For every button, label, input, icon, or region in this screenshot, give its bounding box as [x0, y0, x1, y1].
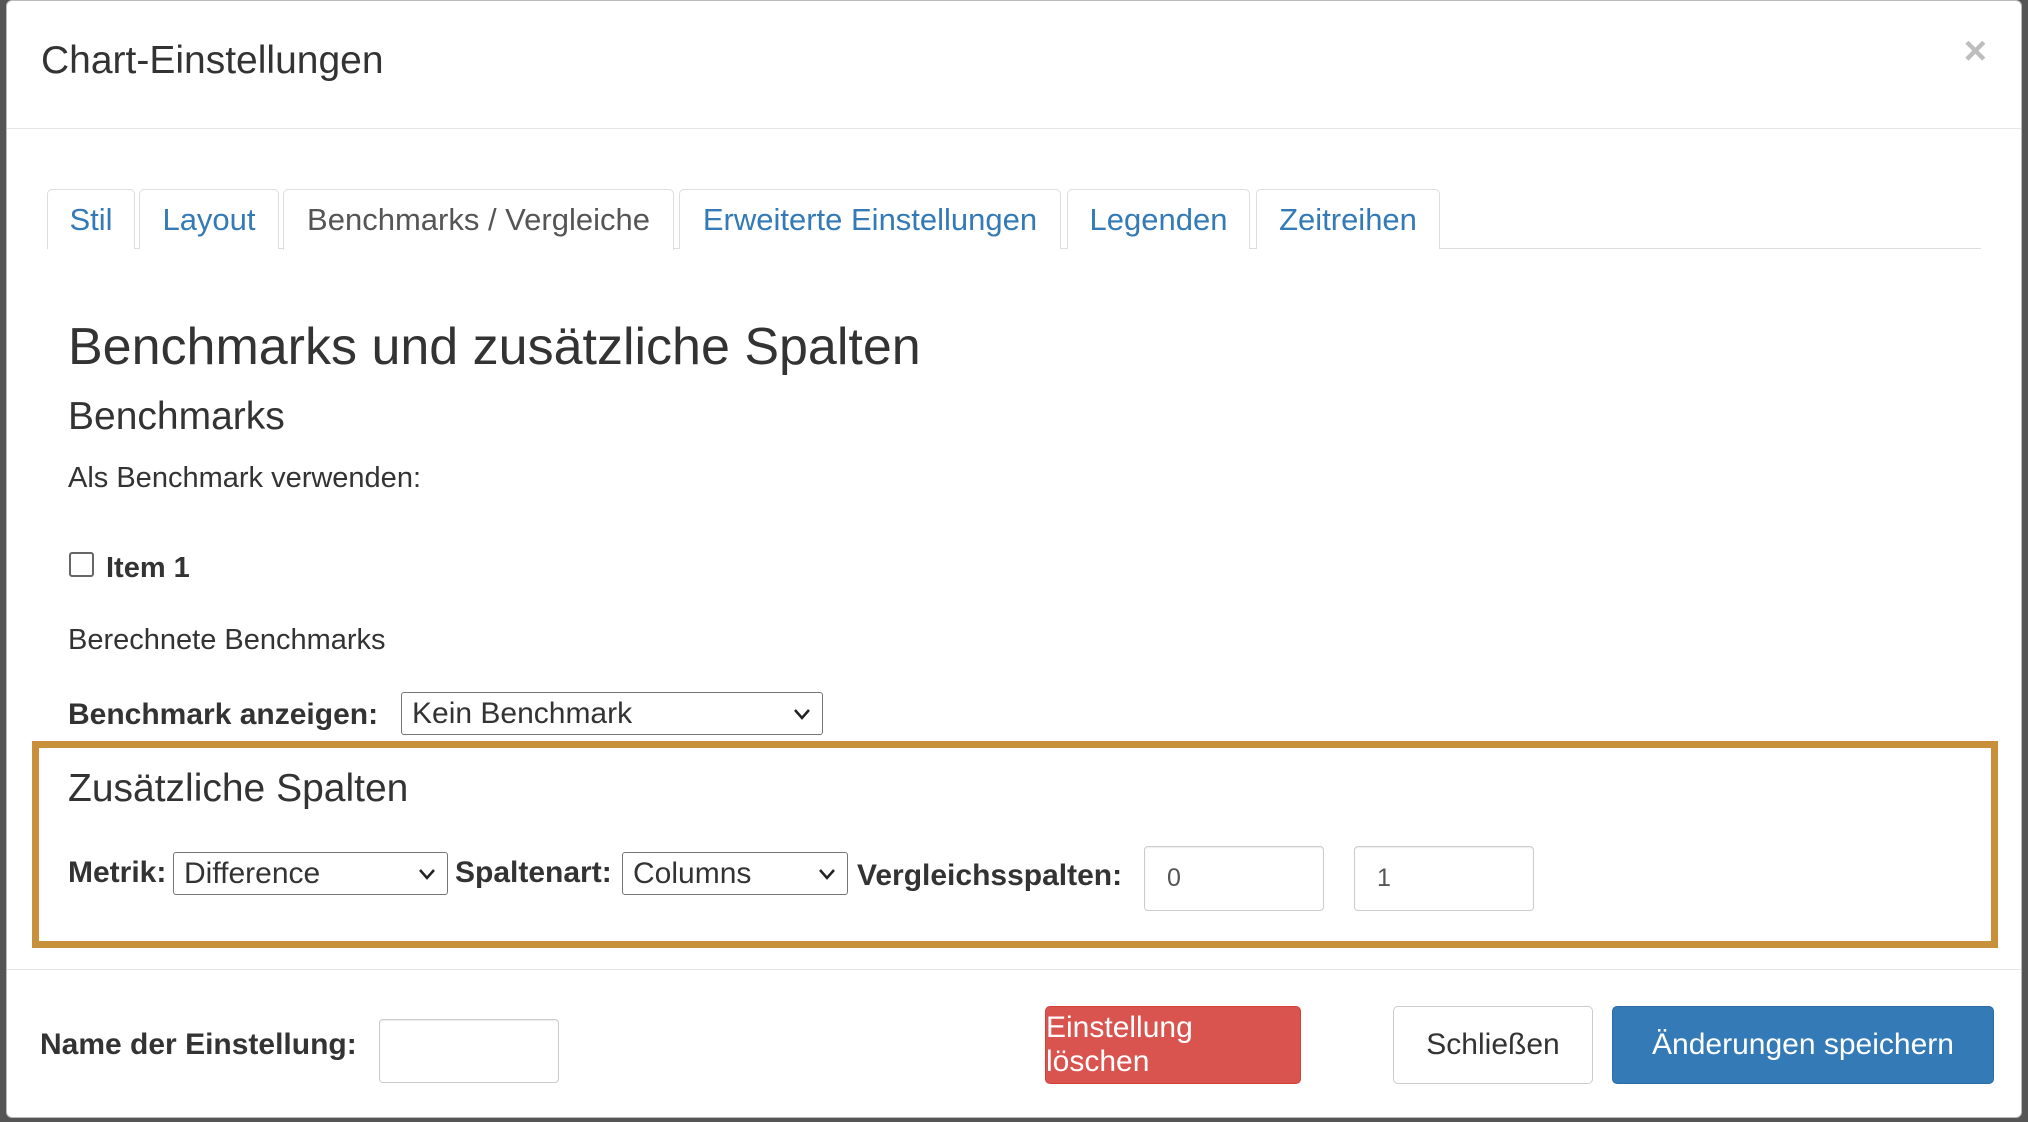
page-title: Benchmarks und zusätzliche Spalten — [68, 318, 921, 376]
chevron-down-icon — [419, 869, 435, 880]
tab-bar: Stil Layout Benchmarks / Vergleiche Erwe… — [47, 189, 1981, 250]
extra-columns-heading: Zusätzliche Spalten — [68, 767, 409, 810]
compare-columns-label: Vergleichsspalten: — [857, 859, 1123, 892]
close-icon[interactable]: × — [1964, 31, 1987, 71]
show-benchmark-select[interactable]: Kein Benchmark — [401, 692, 823, 735]
setting-name-input[interactable] — [379, 1019, 559, 1083]
compare-column-1-input[interactable]: 0 — [1144, 846, 1324, 911]
column-type-value: Columns — [633, 856, 752, 890]
computed-benchmarks-label: Berechnete Benchmarks — [68, 624, 386, 656]
item1-checkbox[interactable] — [69, 552, 94, 577]
compare-column-2-input[interactable]: 1 — [1354, 846, 1534, 911]
show-benchmark-value: Kein Benchmark — [412, 696, 633, 730]
tab-layout[interactable]: Layout — [139, 189, 279, 249]
tab-benchmarks[interactable]: Benchmarks / Vergleiche — [283, 189, 674, 250]
modal-header: Chart-Einstellungen × — [7, 1, 2021, 129]
tab-stil[interactable]: Stil — [47, 189, 135, 249]
chevron-down-icon — [794, 709, 810, 720]
metric-select[interactable]: Difference — [173, 852, 448, 895]
metric-value: Difference — [184, 856, 321, 890]
item1-label: Item 1 — [106, 552, 190, 584]
modal-title: Chart-Einstellungen — [41, 39, 384, 82]
save-changes-button[interactable]: Änderungen speichern — [1612, 1006, 1994, 1084]
tab-advanced-settings[interactable]: Erweiterte Einstellungen — [679, 189, 1061, 249]
chart-settings-modal: Chart-Einstellungen × Stil Layout Benchm… — [6, 0, 2022, 1118]
column-type-label: Spaltenart: — [455, 856, 612, 889]
benchmarks-heading: Benchmarks — [68, 395, 285, 438]
delete-setting-button[interactable]: Einstellung löschen — [1045, 1006, 1301, 1084]
column-type-select[interactable]: Columns — [622, 852, 848, 895]
show-benchmark-label: Benchmark anzeigen: — [68, 698, 379, 731]
setting-name-label: Name der Einstellung: — [40, 1028, 357, 1061]
chevron-down-icon — [819, 869, 835, 880]
tab-time-series[interactable]: Zeitreihen — [1256, 189, 1440, 249]
tab-legends[interactable]: Legenden — [1067, 189, 1250, 249]
close-button[interactable]: Schließen — [1393, 1006, 1593, 1084]
use-as-benchmark-label: Als Benchmark verwenden: — [68, 462, 421, 494]
metric-label: Metrik: — [68, 856, 167, 889]
modal-footer: Name der Einstellung: Einstellung lösche… — [7, 969, 2021, 1117]
